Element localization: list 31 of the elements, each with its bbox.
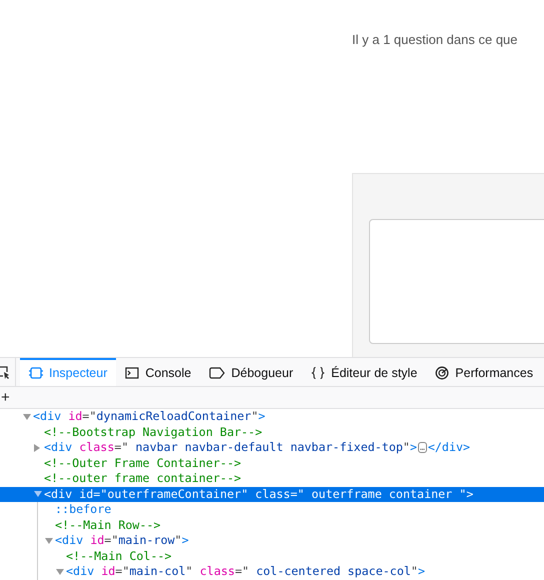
tag-shape-icon bbox=[209, 367, 226, 379]
html-comment[interactable]: <!--outer frame container--> bbox=[44, 471, 242, 486]
html-comment[interactable]: <!--Bootstrap Navigation Bar--> bbox=[44, 424, 262, 440]
closing-tag: </div> bbox=[428, 440, 470, 456]
gauge-icon bbox=[435, 366, 450, 380]
console-icon bbox=[125, 366, 140, 380]
inspector-icon bbox=[29, 366, 43, 380]
collapsed-badge[interactable]: … bbox=[418, 442, 427, 454]
pseudo-element[interactable]: ::before bbox=[55, 502, 112, 518]
html-element-tag[interactable]: <div id="dynamicReloadContainer"> bbox=[33, 409, 266, 424]
braces-icon bbox=[311, 366, 326, 380]
html-comment[interactable]: <!--Outer Frame Container--> bbox=[44, 456, 242, 471]
devtools-tab[interactable]: Débogueur bbox=[200, 358, 302, 386]
html-comment[interactable]: <!--Main Col--> bbox=[66, 548, 172, 564]
devtools-tab[interactable]: Console bbox=[116, 358, 200, 386]
devtools-tab[interactable]: Inspecteur bbox=[20, 358, 116, 386]
twisty-icon[interactable] bbox=[34, 491, 42, 498]
answer-box[interactable] bbox=[369, 219, 544, 344]
html-comment[interactable]: <!--Main Row--> bbox=[55, 518, 161, 533]
html-element-tag[interactable]: <div class=" navbar navbar-default navbar-fixed-top"> bbox=[44, 440, 418, 456]
devtools-tab[interactable]: Performances bbox=[426, 358, 542, 386]
intro-text: Il y a 1 question dans ce que bbox=[352, 31, 518, 49]
devtools-tab[interactable]: Éditeur de style bbox=[302, 358, 426, 386]
element-picker-icon[interactable] bbox=[0, 365, 10, 379]
twisty-icon[interactable] bbox=[34, 444, 40, 452]
twisty-icon[interactable] bbox=[45, 538, 53, 544]
html-element-tag[interactable]: <div id="main-col" class=" col-centered space-col"> bbox=[66, 564, 425, 580]
twisty-icon[interactable] bbox=[23, 414, 31, 420]
add-node-button[interactable]: + bbox=[1, 390, 10, 405]
twisty-icon[interactable] bbox=[56, 568, 64, 575]
html-element-tag[interactable]: <div id="main-row"> bbox=[55, 533, 189, 548]
